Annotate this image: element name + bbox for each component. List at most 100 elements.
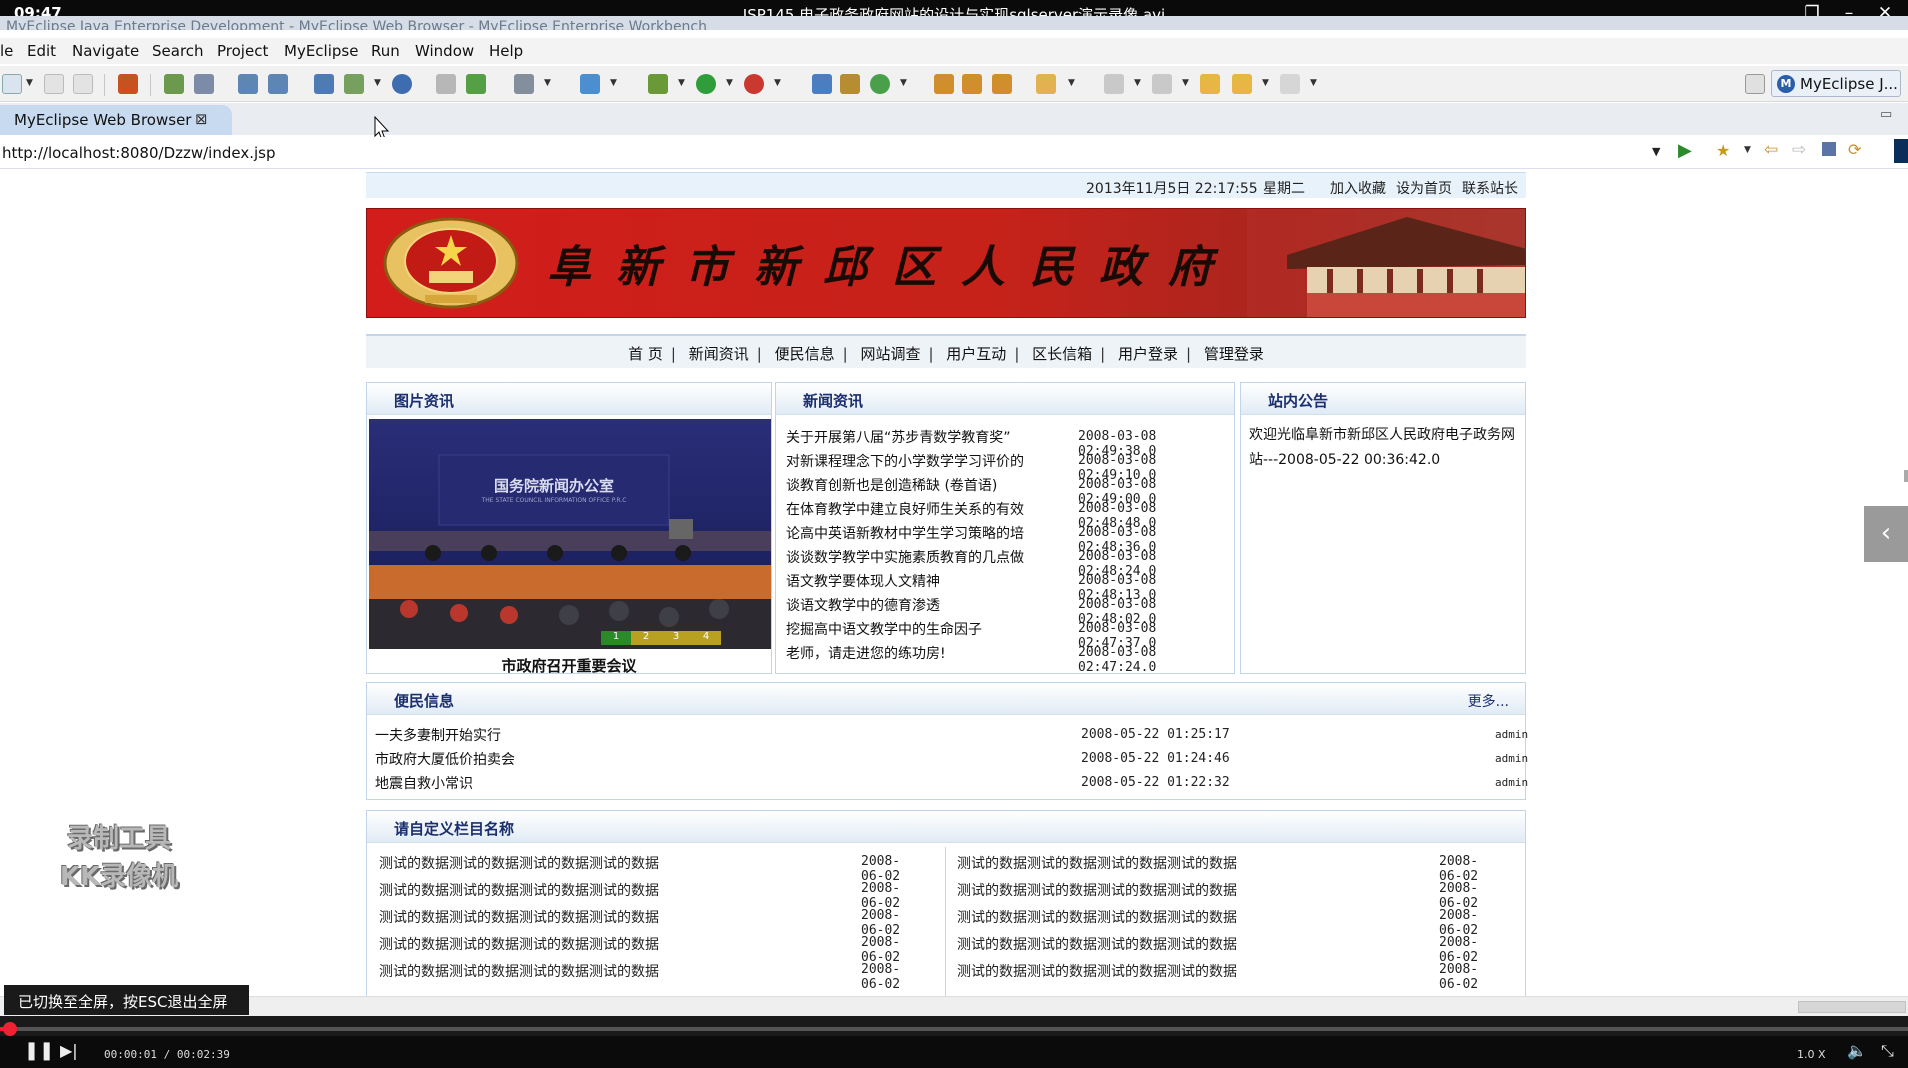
deploy-icon[interactable] — [314, 74, 334, 94]
package-icon[interactable] — [118, 74, 138, 94]
news-item[interactable]: 关于开展第八届“苏步青数学教育奖” 2008-03-08 02:49:38.0 — [786, 427, 1236, 459]
nav-survey[interactable]: 网站调查 — [860, 345, 920, 363]
open-file-dropdown-icon[interactable]: ▼ — [1068, 78, 1075, 88]
slide-dot-2[interactable]: 2 — [631, 631, 661, 642]
contact-webmaster-link[interactable]: 联系站长 — [1462, 178, 1518, 198]
new-package-icon[interactable] — [840, 74, 860, 94]
progress-knob[interactable] — [3, 1022, 17, 1036]
debug-icon[interactable] — [648, 74, 668, 94]
photo-caption[interactable]: 市政府召开重要会议 — [367, 655, 771, 676]
exit-fullscreen-icon[interactable]: ⤡ — [1881, 1041, 1894, 1061]
new-icon[interactable] — [2, 74, 22, 94]
edit-icon[interactable] — [962, 74, 982, 94]
refresh-dropdown-icon[interactable]: ▼ — [900, 78, 907, 88]
tab-close-icon[interactable]: ⊠ — [195, 110, 208, 128]
save-icon[interactable] — [44, 74, 64, 94]
menu-help[interactable]: Help — [489, 42, 523, 60]
news-item[interactable]: 谈教育创新也是创造稀缺 (卷首语) 2008-03-08 02:49:00.0 — [786, 475, 1236, 507]
print-icon[interactable] — [73, 74, 93, 94]
prev-annotation-icon[interactable] — [1152, 74, 1172, 94]
forward-icon[interactable] — [1280, 74, 1300, 94]
convenience-item[interactable]: 一夫多妻制开始实行 2008-05-22 01:25:17 admin — [375, 725, 1528, 749]
volume-icon[interactable]: 🔈 — [1847, 1041, 1867, 1060]
prev-annotation-dropdown-icon[interactable]: ▼ — [1182, 78, 1189, 88]
deploy-run-icon[interactable] — [344, 74, 364, 94]
favorites-dropdown-icon[interactable]: ▼ — [1744, 145, 1751, 155]
menu-window[interactable]: Window — [415, 42, 474, 60]
news-item[interactable]: 对新课程理念下的小学数学学习评价的 2008-03-08 02:49:10.0 — [786, 451, 1236, 483]
next-annotation-dropdown-icon[interactable]: ▼ — [1134, 78, 1141, 88]
external-tools-icon[interactable] — [744, 74, 764, 94]
go-icon[interactable]: ▶ — [1678, 140, 1692, 161]
new-dropdown-icon[interactable]: ▼ — [26, 78, 33, 88]
url-dropdown-icon[interactable]: ▼ — [1652, 145, 1660, 158]
refresh-icon[interactable] — [870, 74, 890, 94]
convenience-item[interactable]: 市政府大厦低价拍卖会 2008-05-22 01:24:46 admin — [375, 749, 1528, 773]
menu-file[interactable]: le — [0, 42, 13, 60]
slide-dot-1[interactable]: 1 — [601, 631, 631, 642]
menu-search[interactable]: Search — [152, 42, 204, 60]
side-panel-toggle[interactable]: ‹ — [1864, 506, 1908, 562]
nav-convenience[interactable]: 便民信息 — [775, 345, 835, 363]
open-type-dropdown-icon[interactable]: ▼ — [610, 78, 617, 88]
pause-icon[interactable]: ❚❚ — [24, 1040, 54, 1061]
globe-icon[interactable] — [392, 74, 412, 94]
browser-forward-icon[interactable]: ⇨ — [1792, 140, 1806, 160]
menu-project[interactable]: Project — [217, 42, 268, 60]
wand2-icon[interactable] — [268, 74, 288, 94]
back-dropdown-icon[interactable]: ▼ — [1262, 78, 1269, 88]
playback-speed[interactable]: 1.0 X — [1797, 1048, 1826, 1061]
nav-news[interactable]: 新闻资讯 — [689, 345, 749, 363]
set-homepage-link[interactable]: 设为首页 — [1396, 178, 1452, 198]
add-icon[interactable] — [466, 74, 486, 94]
bug-icon[interactable] — [164, 74, 184, 94]
run-icon[interactable] — [696, 74, 716, 94]
tool-icon[interactable] — [436, 74, 456, 94]
folder-icon[interactable] — [934, 74, 954, 94]
menu-edit[interactable]: Edit — [27, 42, 56, 60]
more-link[interactable]: 更多... — [1468, 691, 1509, 711]
news-item[interactable]: 在体育教学中建立良好师生关系的有效 2008-03-08 02:48:48.0 — [786, 499, 1236, 531]
nav-admin-login[interactable]: 管理登录 — [1204, 345, 1264, 363]
last-edit-icon[interactable] — [1200, 74, 1220, 94]
open-file-icon[interactable] — [1036, 74, 1056, 94]
news-item[interactable]: 挖掘高中语文教学中的生命因子 2008-03-08 02:47:37.0 — [786, 619, 1236, 651]
menu-run[interactable]: Run — [371, 42, 400, 60]
add-favorite-link[interactable]: 加入收藏 — [1330, 178, 1386, 198]
forward-dropdown-icon[interactable]: ▼ — [1310, 78, 1317, 88]
favorites-icon[interactable]: ★ — [1716, 141, 1730, 160]
next-icon[interactable]: ▶| — [60, 1041, 78, 1060]
nav-home[interactable]: 首 页 — [628, 345, 663, 363]
browser-stop-icon[interactable] — [1822, 142, 1836, 156]
wand-icon[interactable] — [238, 74, 258, 94]
notice-text[interactable]: 欢迎光临阜新市新邱区人民政府电子政务网站---2008-05-22 00:36:… — [1249, 423, 1521, 473]
nav-mayor-mailbox[interactable]: 区长信箱 — [1032, 345, 1092, 363]
browser-back-icon[interactable]: ⇦ — [1764, 140, 1778, 160]
perspective-switcher[interactable]: M MyEclipse J... — [1771, 70, 1901, 97]
tab-web-browser[interactable]: MyEclipse Web Browser ⊠ — [0, 105, 232, 135]
debug-dropdown-icon[interactable]: ▼ — [678, 78, 685, 88]
horizontal-scrollbar[interactable] — [0, 996, 1908, 1016]
url-input[interactable]: http://localhost:8080/Dzzw/index.jsp — [2, 144, 276, 162]
menu-navigate[interactable]: Navigate — [72, 42, 139, 60]
next-annotation-icon[interactable] — [1104, 74, 1124, 94]
news-item[interactable]: 老师，请走进您的练功房! 2008-03-08 02:47:24.0 — [786, 643, 1236, 675]
camera-icon[interactable] — [514, 74, 534, 94]
external-tools-dropdown-icon[interactable]: ▼ — [774, 78, 781, 88]
slide-dot-4[interactable]: 4 — [691, 631, 721, 642]
back-icon[interactable] — [1232, 74, 1252, 94]
convenience-item[interactable]: 地震自救小常识 2008-05-22 01:22:32 admin — [375, 773, 1528, 797]
news-photo[interactable]: 国务院新闻办公室 THE STATE COUNCIL INFORMATION O… — [369, 419, 771, 649]
menu-myeclipse[interactable]: MyEclipse — [284, 42, 358, 60]
news-item[interactable]: 语文教学要体现人文精神 2008-03-08 02:48:13.0 — [786, 571, 1236, 603]
new-class-icon[interactable] — [812, 74, 832, 94]
nav-interaction[interactable]: 用户互动 — [946, 345, 1006, 363]
open-perspective-icon[interactable] — [1745, 74, 1765, 94]
open-type-icon[interactable] — [580, 74, 600, 94]
playback-progress[interactable] — [0, 1016, 1908, 1036]
run-dropdown-icon[interactable]: ▼ — [726, 78, 733, 88]
news-item[interactable]: 谈谈数学教学中实施素质教育的几点做 2008-03-08 02:48:24.0 — [786, 547, 1236, 579]
nav-user-login[interactable]: 用户登录 — [1118, 345, 1178, 363]
folder2-icon[interactable] — [992, 74, 1012, 94]
news-item[interactable]: 论高中英语新教材中学生学习策略的培 2008-03-08 02:48:36.0 — [786, 523, 1236, 555]
